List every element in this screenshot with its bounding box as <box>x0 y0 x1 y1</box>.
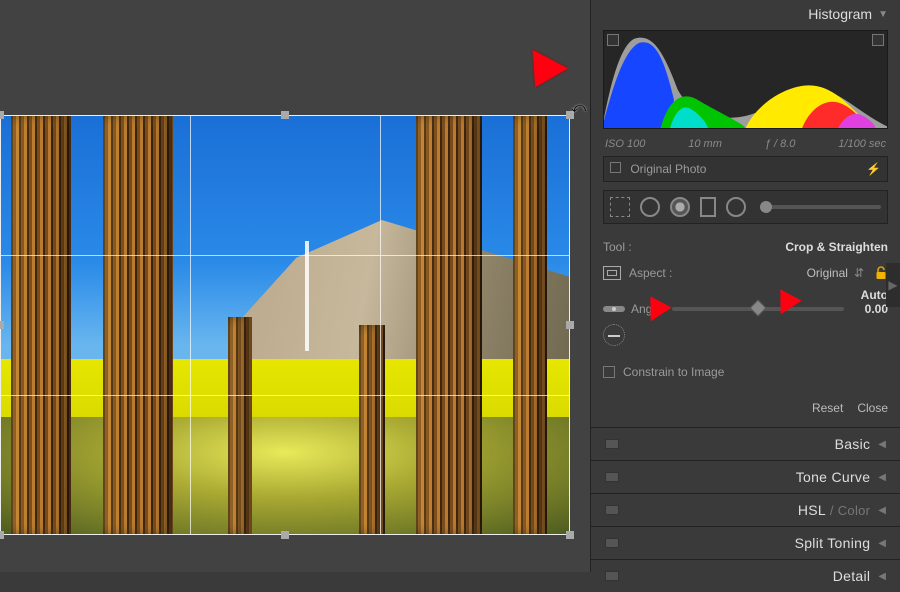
panel-hsl-color[interactable]: HSL / Color ◀ <box>591 493 900 526</box>
annotation-arrow <box>508 50 568 115</box>
rotate-cursor-icon: ⤺ <box>571 99 586 116</box>
histogram-chart[interactable] <box>603 30 888 129</box>
crop-handle-br[interactable] <box>566 531 574 539</box>
shadow-clip-indicator[interactable] <box>607 34 619 46</box>
angle-dial-icon[interactable] <box>603 324 625 346</box>
expand-icon: ◀ <box>878 439 886 450</box>
panel-switch-icon[interactable] <box>605 571 619 581</box>
panel-switch-icon[interactable] <box>605 538 619 548</box>
collapse-icon: ▼ <box>878 9 888 20</box>
expand-icon: ◀ <box>878 505 886 516</box>
expand-icon: ◀ <box>878 571 886 582</box>
close-button[interactable]: Close <box>857 401 888 415</box>
right-panel: Histogram ▼ ISO 100 10 mm ƒ / 8.0 1/100 … <box>590 0 900 572</box>
aspect-value[interactable]: Original <box>807 266 848 280</box>
brush-size-slider[interactable] <box>760 205 881 209</box>
crop-handle-l[interactable] <box>0 321 4 329</box>
panel-switch-icon[interactable] <box>605 439 619 449</box>
original-photo-row[interactable]: Original Photo ⚡ <box>603 156 888 182</box>
spot-removal-icon[interactable] <box>640 197 660 217</box>
constrain-label: Constrain to Image <box>623 365 724 379</box>
reset-button[interactable]: Reset <box>812 401 843 415</box>
tool-name: Crop & Straighten <box>785 240 888 254</box>
constrain-checkbox[interactable] <box>603 366 615 378</box>
meta-iso: ISO 100 <box>605 138 645 150</box>
meta-focal: 10 mm <box>688 138 722 150</box>
meta-shutter: 1/100 sec <box>838 138 886 150</box>
panel-switch-icon[interactable] <box>605 505 619 515</box>
tool-label: Tool : <box>603 240 632 254</box>
original-photo-label: Original Photo <box>630 162 706 176</box>
crop-handle-b[interactable] <box>281 531 289 539</box>
expand-icon: ◀ <box>878 538 886 549</box>
histogram-title: Histogram <box>808 6 872 22</box>
crop-tool-icon[interactable] <box>610 197 630 217</box>
flash-icon[interactable]: ⚡ <box>866 162 881 176</box>
angle-value[interactable]: 0.00 <box>854 302 888 316</box>
redeye-tool-icon[interactable] <box>670 197 690 217</box>
crop-handle-tl[interactable] <box>0 111 4 119</box>
panel-expand-grip[interactable]: ▶ <box>886 263 900 307</box>
aspect-icon[interactable] <box>603 266 621 280</box>
crop-handle-r[interactable] <box>566 321 574 329</box>
panel-detail[interactable]: Detail ◀ <box>591 559 900 592</box>
histogram-header[interactable]: Histogram ▼ <box>591 0 900 26</box>
crop-border <box>0 115 570 535</box>
meta-fstop: ƒ / 8.0 <box>765 138 796 150</box>
crop-handle-bl[interactable] <box>0 531 4 539</box>
auto-button[interactable]: Auto <box>861 288 888 302</box>
panel-split-toning[interactable]: Split Toning ◀ <box>591 526 900 559</box>
graduated-filter-icon[interactable] <box>700 197 716 217</box>
crop-frame[interactable]: ⤺ <box>0 115 570 535</box>
panel-switch-icon[interactable] <box>605 472 619 482</box>
exif-meta: ISO 100 10 mm ƒ / 8.0 1/100 sec <box>591 135 900 156</box>
aspect-label: Aspect : <box>629 266 672 280</box>
panel-basic[interactable]: Basic ◀ <box>591 427 900 460</box>
level-icon[interactable] <box>603 303 625 315</box>
panel-tone-curve[interactable]: Tone Curve ◀ <box>591 460 900 493</box>
aspect-switch-icon[interactable]: ⇵ <box>854 266 864 280</box>
local-tools-strip <box>603 190 888 224</box>
editor-canvas[interactable]: ⤺ <box>0 0 590 572</box>
expand-icon: ◀ <box>878 472 886 483</box>
constrain-row[interactable]: Constrain to Image <box>603 355 888 393</box>
highlight-clip-indicator[interactable] <box>872 34 884 46</box>
angle-slider[interactable] <box>672 307 844 311</box>
original-photo-checkbox[interactable] <box>610 162 621 173</box>
radial-filter-icon[interactable] <box>726 197 746 217</box>
crop-handle-t[interactable] <box>281 111 289 119</box>
